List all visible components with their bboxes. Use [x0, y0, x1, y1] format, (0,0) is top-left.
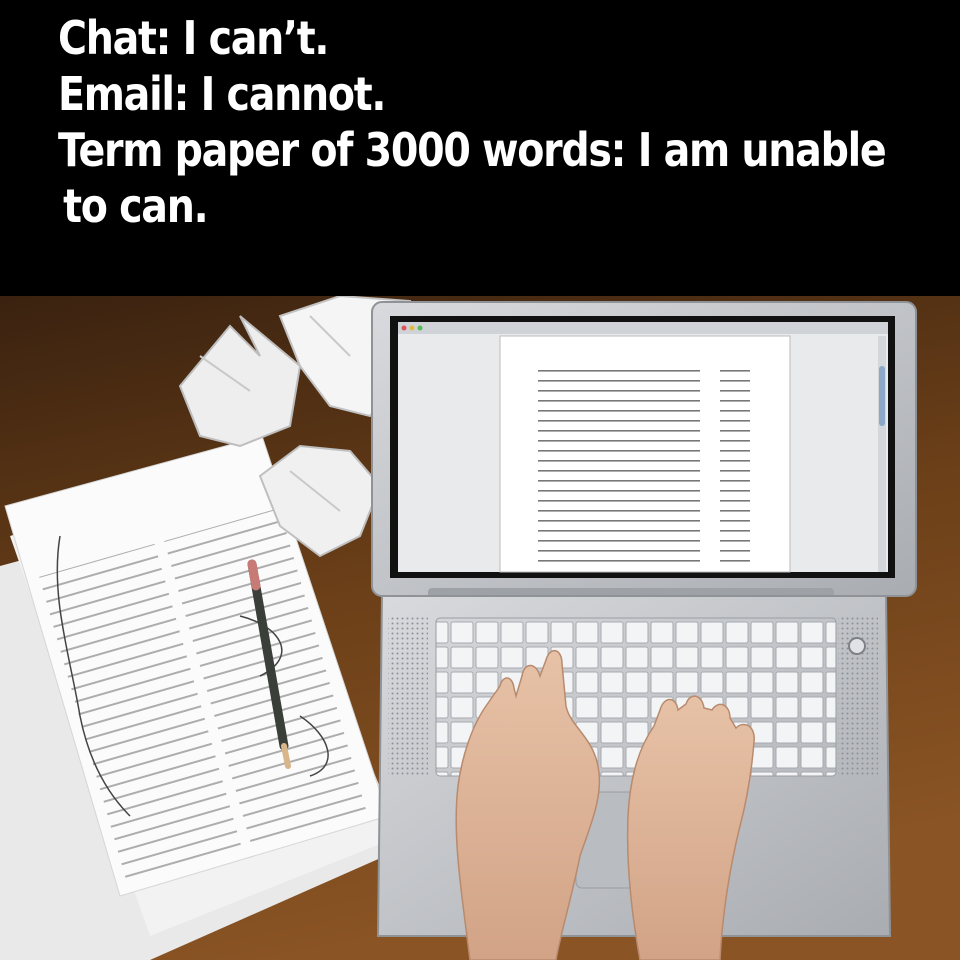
- desk-photo-illustration: [0, 296, 960, 960]
- caption-line-2: Email: I cannot.: [58, 67, 386, 121]
- meme: Chat: I can’t. Email: I cannot. Term pap…: [0, 0, 960, 960]
- left-speaker: [388, 616, 428, 776]
- caption-line-1: Chat: I can’t.: [58, 11, 329, 65]
- window-toolbar: [398, 322, 888, 334]
- close-icon: [401, 325, 407, 331]
- caption-line-3: Term paper of 3000 words: I am unable: [58, 123, 887, 177]
- desk-photo: [0, 296, 960, 960]
- document-text: [538, 366, 750, 566]
- scrollbar-thumb: [879, 366, 885, 426]
- caption-text: Chat: I can’t. Email: I cannot. Term pap…: [58, 10, 887, 234]
- caption-band: Chat: I can’t. Email: I cannot. Term pap…: [0, 0, 960, 296]
- caption-line-4: to can.: [63, 179, 208, 233]
- minimize-icon: [409, 325, 415, 331]
- power-button-icon: [848, 637, 866, 655]
- zoom-icon: [417, 325, 423, 331]
